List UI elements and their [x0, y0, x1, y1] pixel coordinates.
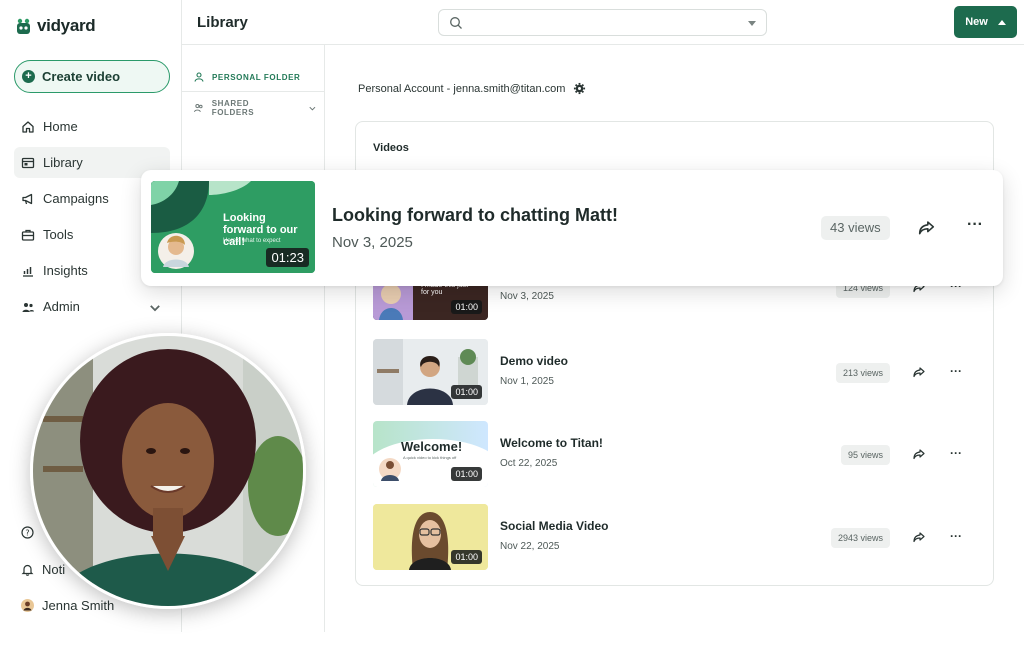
page-title: Library [197, 14, 248, 31]
video-thumbnail[interactable]: 01:00 [373, 504, 488, 570]
video-row[interactable]: Welcome! A quick video to kick things of… [373, 421, 978, 487]
sidebar-item-label: Home [43, 119, 78, 134]
featured-video-date: Nov 3, 2025 [332, 234, 413, 251]
sidebar-item-label: Tools [43, 227, 74, 242]
user-avatar-icon [21, 599, 34, 612]
create-video-button[interactable]: + Create video [14, 60, 170, 93]
thumb-heading: Welcome! [401, 439, 463, 454]
create-video-label: Create video [42, 69, 121, 84]
views-badge: 43 views [821, 216, 890, 240]
featured-video-card[interactable]: Looking forward to our call! Here's what… [141, 170, 1003, 286]
video-row[interactable]: 01:00 Demo video Nov 1, 2025 213 views ·… [373, 339, 978, 405]
account-label: Personal Account - jenna.smith@titan.com [358, 82, 566, 95]
folder-divider [182, 91, 325, 92]
svg-text:?: ? [25, 528, 29, 537]
more-options-icon[interactable]: ··· [950, 530, 962, 542]
personal-folder-label: PERSONAL FOLDER [212, 72, 301, 82]
vidyard-logo-icon [17, 18, 30, 34]
user-name: Jenna Smith [42, 598, 115, 613]
notifications-item[interactable]: Noti [21, 562, 65, 577]
users-icon [22, 302, 34, 312]
brand-name: vidyard [37, 16, 96, 35]
sidebar-item-label: Admin [43, 299, 80, 314]
personal-folder[interactable]: PERSONAL FOLDER [194, 65, 317, 89]
video-row[interactable]: 01:00 Social Media Video Nov 22, 2025 29… [373, 504, 978, 570]
featured-video-thumbnail[interactable]: Looking forward to our call! Here's what… [151, 181, 315, 273]
video-date: Oct 22, 2025 [500, 458, 558, 469]
video-title[interactable]: Social Media Video [500, 519, 608, 533]
caret-up-icon [997, 19, 1006, 25]
more-options-icon[interactable]: ··· [967, 217, 983, 233]
more-options-icon[interactable]: ··· [950, 447, 962, 459]
shared-folders-label: SHARED FOLDERS [211, 99, 255, 117]
video-thumbnail[interactable]: Welcome! A quick video to kick things of… [373, 421, 488, 487]
share-icon[interactable] [912, 530, 926, 544]
chevron-down-icon [309, 106, 316, 111]
video-duration: 01:00 [451, 300, 482, 314]
shared-folders[interactable]: SHARED FOLDERS [194, 96, 317, 120]
video-date: Nov 3, 2025 [500, 291, 554, 302]
sidebar-item-admin[interactable]: Admin [14, 291, 170, 322]
share-icon[interactable] [912, 447, 926, 461]
video-duration: 01:23 [266, 248, 309, 267]
presenter-video-bubble[interactable] [30, 333, 306, 609]
search-input[interactable] [438, 9, 767, 36]
home-icon [22, 120, 34, 133]
person-icon [194, 72, 204, 82]
video-duration: 01:00 [451, 385, 482, 399]
search-icon [450, 17, 462, 29]
caret-down-icon[interactable] [748, 21, 756, 26]
help-icon: ? [21, 526, 34, 539]
megaphone-icon [22, 193, 33, 204]
thumb-subheading: Here's what to expect [223, 238, 281, 244]
notifications-label: Noti [42, 562, 66, 577]
briefcase-icon [21, 229, 35, 241]
plus-icon: + [22, 70, 35, 83]
chevron-down-icon [150, 305, 160, 312]
gear-icon[interactable] [573, 82, 586, 95]
sidebar-item-label: Insights [43, 263, 88, 278]
user-menu[interactable]: Jenna Smith [21, 598, 114, 613]
video-duration: 01:00 [451, 467, 482, 481]
video-title[interactable]: Demo video [500, 354, 568, 368]
views-badge: 2943 views [830, 528, 890, 548]
library-icon [21, 157, 35, 168]
thumb-subheading: A quick video to kick things off [403, 455, 457, 460]
sidebar-item-label: Campaigns [43, 191, 109, 206]
video-duration: 01:00 [451, 550, 482, 564]
videos-title: Videos [373, 142, 409, 154]
video-title[interactable]: Welcome to Titan! [500, 436, 603, 450]
bell-icon [21, 564, 34, 576]
views-badge: 213 views [835, 363, 890, 383]
sidebar-item-label: Library [43, 155, 83, 170]
share-icon[interactable] [917, 218, 936, 237]
new-button[interactable]: New [954, 6, 1017, 38]
presenter-image [33, 336, 303, 606]
video-date: Nov 1, 2025 [500, 376, 554, 387]
chart-icon [23, 266, 33, 277]
featured-video-title[interactable]: Looking forward to chatting Matt! [332, 205, 618, 226]
sidebar-item-home[interactable]: Home [14, 111, 170, 142]
video-date: Nov 22, 2025 [500, 541, 560, 552]
video-thumbnail[interactable]: 01:00 [373, 339, 488, 405]
more-options-icon[interactable]: ··· [950, 365, 962, 377]
views-badge: 95 views [840, 445, 890, 465]
share-icon[interactable] [912, 365, 926, 379]
vidyard-logo[interactable]: vidyard [16, 16, 96, 36]
new-button-label: New [965, 16, 988, 28]
people-icon [194, 104, 203, 113]
help-item[interactable]: ? [21, 526, 42, 539]
account-header: Personal Account - jenna.smith@titan.com [358, 82, 586, 95]
